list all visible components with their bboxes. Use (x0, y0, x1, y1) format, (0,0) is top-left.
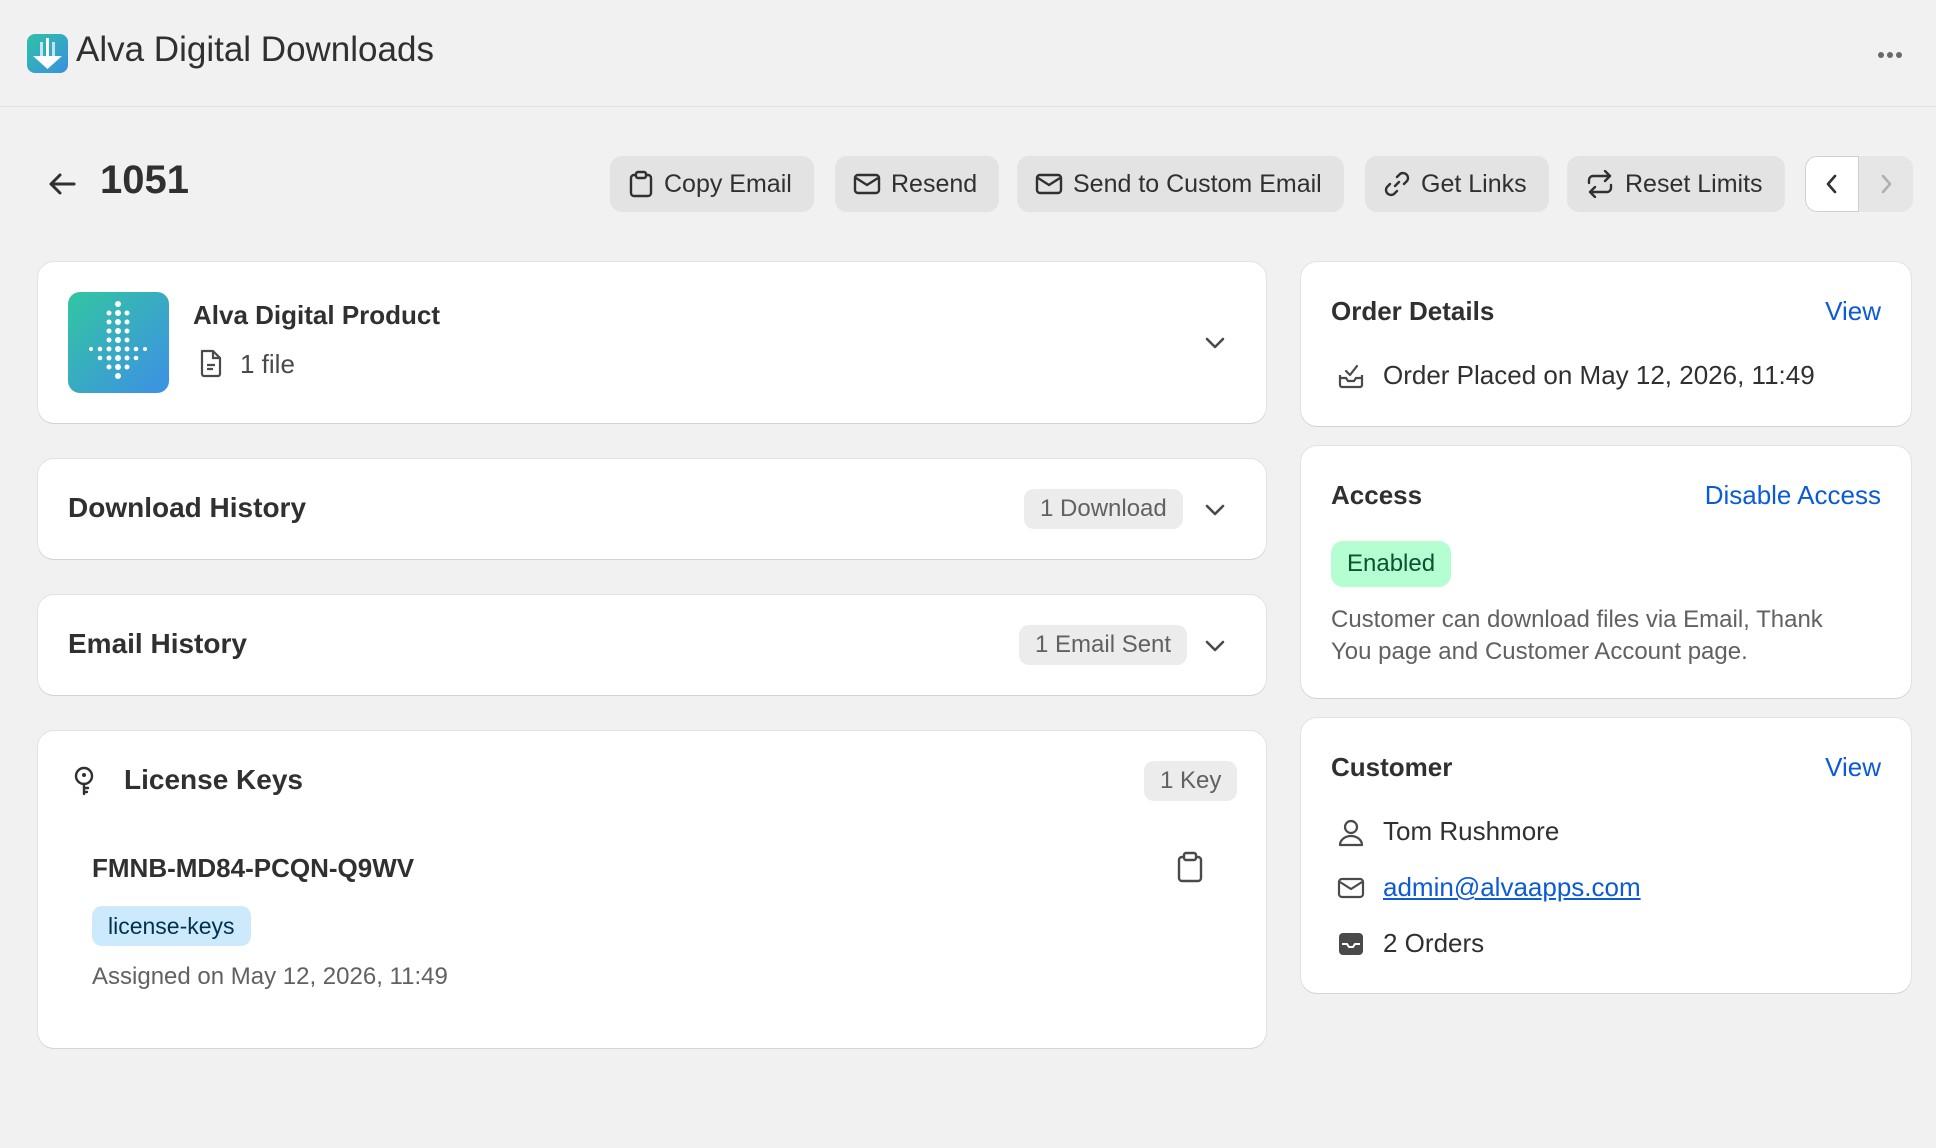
mail-icon (1035, 173, 1063, 195)
chevron-down-icon (1205, 640, 1225, 652)
license-keys-card: License Keys 1 Key FMNB-MD84-PCQN-Q9WV l… (38, 731, 1266, 1048)
download-history-title: Download History (68, 492, 307, 523)
order-placed-date: Order Placed on May 12, 2026, 11:49 (1383, 360, 1815, 390)
license-key-assigned-date: Assigned on May 12, 2026, 11:49 (92, 963, 448, 990)
app-logo-icon (27, 34, 68, 73)
next-record-button[interactable] (1859, 156, 1913, 212)
customer-card: Customer View Tom Rushmore admin@alvaapp… (1301, 718, 1911, 993)
mail-icon (853, 173, 881, 195)
reset-limits-label: Reset Limits (1625, 169, 1763, 198)
order-details-view-link[interactable]: View (1825, 296, 1881, 327)
access-status-badge: Enabled (1331, 541, 1452, 587)
previous-record-button[interactable] (1805, 156, 1859, 212)
key-icon (74, 766, 94, 796)
clipboard-icon (1177, 851, 1203, 883)
customer-email-link[interactable]: admin@alvaapps.com (1383, 872, 1641, 903)
product-file-count: 1 file (240, 349, 295, 379)
copy-email-label: Copy Email (664, 169, 792, 198)
email-sent-badge: 1 Email Sent (1019, 625, 1188, 665)
download-history-card[interactable]: Download History 1 Download (38, 459, 1266, 559)
chevron-left-icon (1826, 174, 1837, 194)
record-pager (1805, 156, 1913, 212)
customer-name: Tom Rushmore (1383, 816, 1560, 846)
customer-order-count: 2 Orders (1383, 928, 1485, 958)
license-key-count-badge: 1 Key (1144, 761, 1238, 801)
mail-icon (1337, 877, 1365, 899)
access-description-line-2: You page and Customer Account page. (1331, 638, 1748, 665)
back-button[interactable] (42, 164, 82, 204)
arrow-left-icon (49, 173, 76, 195)
access-description-line-1: Customer can download files via Email, T… (1331, 606, 1823, 633)
clipboard-icon (629, 170, 653, 198)
file-icon (200, 349, 222, 378)
send-to-custom-email-button[interactable]: Send to Custom Email (1017, 156, 1344, 212)
disable-access-link[interactable]: Disable Access (1705, 480, 1881, 511)
order-details-card: Order Details View Order Placed on May 1… (1301, 262, 1911, 426)
person-icon (1338, 819, 1364, 847)
resend-button[interactable]: Resend (835, 156, 1000, 212)
chevron-down-icon (1205, 504, 1225, 516)
access-title: Access (1331, 480, 1423, 510)
access-description: Customer can download files via Email, T… (1331, 604, 1823, 668)
email-history-title: Email History (68, 628, 247, 659)
app-title: Alva Digital Downloads (76, 30, 434, 69)
license-key-tag: license-keys (92, 906, 251, 946)
chevron-down-icon (1205, 337, 1225, 349)
product-logo-icon (68, 292, 169, 393)
download-count-badge: 1 Download (1024, 489, 1183, 529)
email-history-card[interactable]: Email History 1 Email Sent (38, 595, 1266, 695)
product-card[interactable]: Alva Digital Product 1 file (38, 262, 1266, 423)
horizontal-dots-icon (1878, 52, 1902, 58)
customer-title: Customer (1331, 752, 1453, 782)
product-name: Alva Digital Product (193, 300, 441, 330)
order-placed-icon (1338, 364, 1364, 389)
order-details-title: Order Details (1331, 296, 1495, 326)
send-to-custom-email-label: Send to Custom Email (1073, 169, 1322, 198)
customer-view-link[interactable]: View (1825, 752, 1881, 783)
get-links-label: Get Links (1421, 169, 1527, 198)
reset-limits-button[interactable]: Reset Limits (1567, 156, 1785, 212)
copy-email-button[interactable]: Copy Email (610, 156, 814, 212)
page-title: 1051 (100, 158, 189, 202)
link-icon (1384, 171, 1410, 197)
inbox-icon (1339, 933, 1363, 955)
license-key-value: FMNB-MD84-PCQN-Q9WV (92, 853, 415, 883)
more-options-button[interactable] (1862, 30, 1918, 80)
refresh-icon (1587, 170, 1613, 198)
chevron-right-icon (1881, 174, 1892, 194)
resend-label: Resend (891, 169, 978, 198)
license-keys-title: License Keys (124, 764, 303, 795)
access-card: Access Disable Access Enabled Customer c… (1301, 446, 1911, 698)
get-links-button[interactable]: Get Links (1365, 156, 1549, 212)
top-bar: Alva Digital Downloads (0, 0, 1936, 107)
copy-license-key-button[interactable] (1173, 851, 1207, 885)
